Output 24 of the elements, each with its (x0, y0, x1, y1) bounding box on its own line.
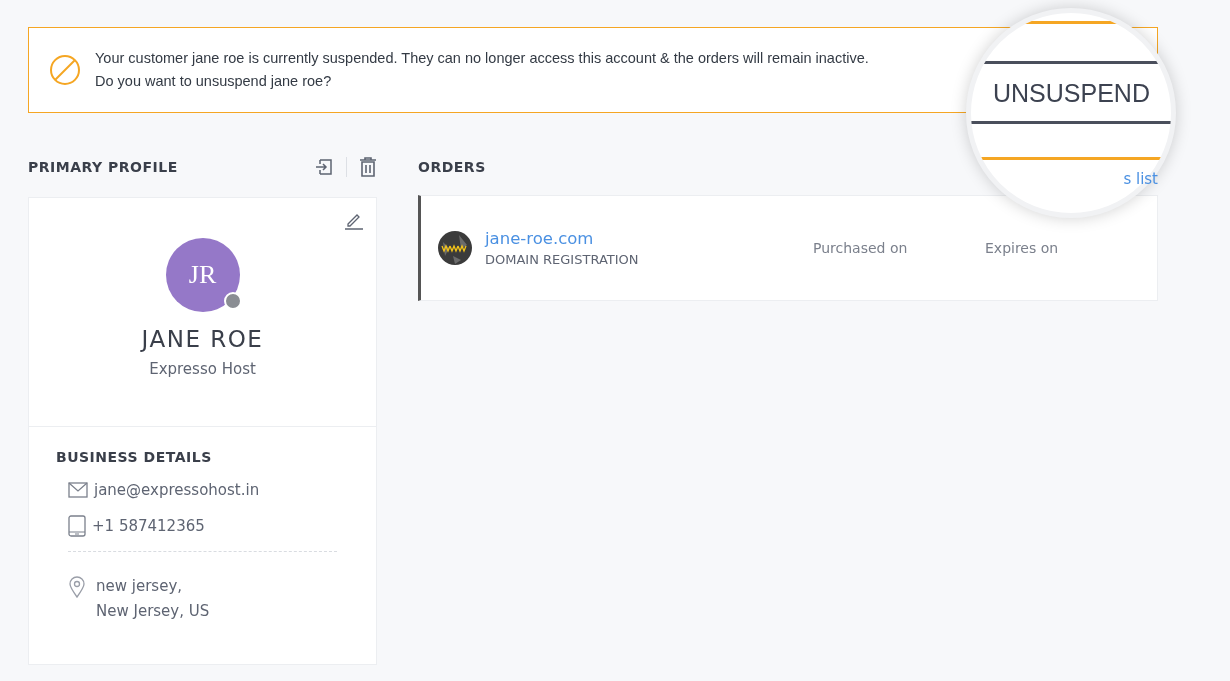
location-pin-icon (68, 576, 86, 598)
section-heading: PRIMARY PROFILE (28, 159, 178, 175)
unsuspend-button[interactable]: UNSUSPEND (989, 73, 1154, 114)
company-name: Expresso Host (149, 360, 256, 378)
expiry-date-label: Expires on (985, 240, 1060, 256)
purchase-date-label: Purchased on (813, 240, 909, 256)
order-row[interactable]: jane-roe.com DOMAIN REGISTRATION Purchased on Expires on (418, 195, 1158, 301)
alert-message: Your customer jane roe is currently suspended. They can no longer access this account & the orders will remain inactive. Do you want to unsuspend jane roe? (95, 49, 869, 91)
login-icon[interactable] (314, 157, 334, 177)
customer-name: JANE ROE (141, 326, 264, 352)
mail-icon (68, 482, 88, 498)
section-heading: ORDERS (418, 159, 486, 175)
avatar: JR (165, 238, 240, 312)
address-text: new jersey, New Jersey, US (96, 576, 210, 622)
product-type: DOMAIN REGISTRATION (485, 252, 640, 267)
section-heading: BUSINESS DETAILS (56, 449, 213, 465)
phone-text: +1 587412365 (92, 517, 205, 535)
blocked-icon (49, 54, 81, 86)
trash-icon[interactable] (359, 157, 377, 177)
globe-icon (437, 230, 473, 266)
domain-link[interactable]: jane-roe.com (485, 229, 813, 248)
phone-icon (68, 515, 86, 537)
email-text: jane@expressohost.in (94, 481, 260, 499)
list-link[interactable]: s list (1123, 170, 1158, 188)
